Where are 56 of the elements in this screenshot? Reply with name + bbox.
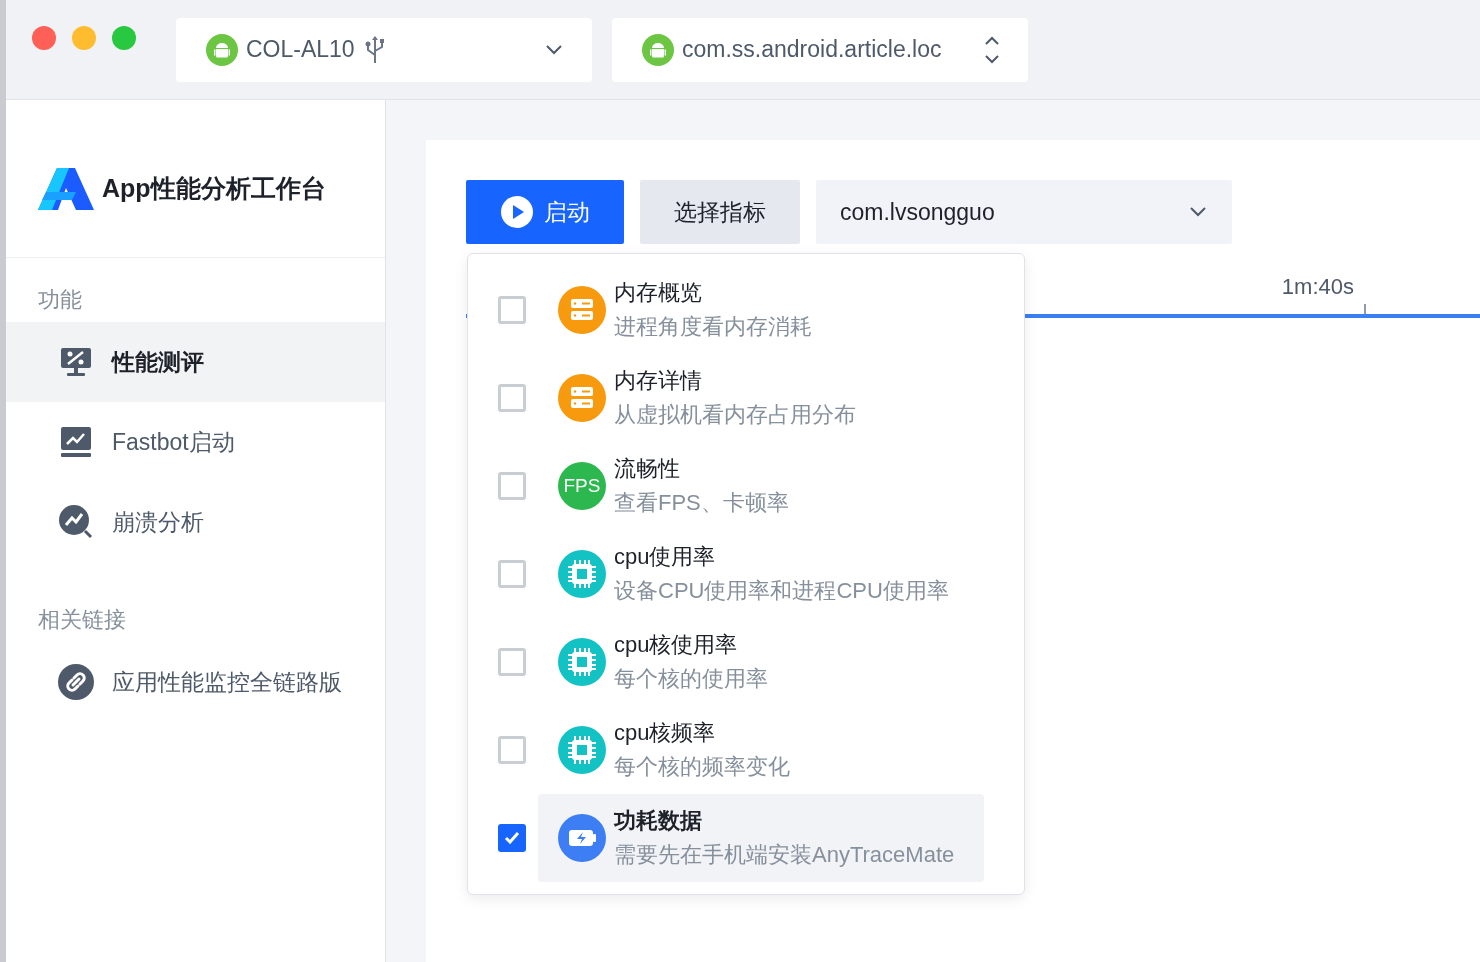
metric-title: cpu核使用率: [614, 631, 739, 659]
maximize-button[interactable]: [112, 26, 136, 50]
metric-title: 内存概览: [614, 279, 703, 307]
sidebar-item[interactable]: 性能测评: [6, 322, 385, 402]
chip-icon: [558, 638, 606, 686]
minimize-button[interactable]: [72, 26, 96, 50]
metric-title: cpu使用率: [614, 543, 717, 571]
timeline-label: 1m:40s: [1281, 274, 1354, 300]
section-heading: 相关链接: [37, 606, 127, 634]
start-button[interactable]: 启动: [466, 180, 624, 244]
metric-description: 设备CPU使用率和进程CPU使用率: [614, 577, 949, 605]
battery-icon: [558, 814, 606, 862]
metric-description: 需要先在手机端安装AnyTraceMate: [614, 841, 955, 869]
monitor-icon: [60, 347, 92, 377]
metric-title: 功耗数据: [614, 807, 703, 835]
metric-option[interactable]: 内存概览 进程角度看内存消耗: [538, 266, 1004, 354]
app-select[interactable]: com.lvsongguo: [816, 180, 1232, 244]
package-select[interactable]: com.ss.android.article.loc: [612, 17, 1028, 82]
server-icon: [558, 286, 606, 334]
metric-description: 进程角度看内存消耗: [614, 313, 812, 341]
metric-title: 流畅性: [614, 455, 681, 483]
metric-option[interactable]: cpu核使用率 每个核的使用率: [538, 618, 1004, 706]
chart-icon: [60, 426, 92, 458]
server-icon: [558, 374, 606, 422]
android-icon: [206, 33, 238, 66]
link-icon: [58, 664, 94, 700]
chip-icon: [558, 550, 606, 598]
metric-title: cpu核频率: [614, 719, 717, 747]
android-icon: [642, 33, 674, 66]
metric-description: 查看FPS、卡顿率: [614, 489, 789, 517]
sidebar-item[interactable]: 应用性能监控全链路版: [6, 642, 385, 722]
up-down-icon: [984, 34, 1000, 65]
chevron-down-icon: [1188, 206, 1208, 218]
checkmark-icon: [504, 831, 520, 845]
chart-search-icon: [58, 504, 94, 540]
metric-description: 每个核的使用率: [614, 665, 768, 693]
chevron-down-icon: [544, 43, 564, 56]
section-heading: 功能: [37, 286, 83, 314]
metric-option[interactable]: 内存详情 从虚拟机看内存占用分布: [538, 354, 1004, 442]
metric-description: 每个核的频率变化: [614, 753, 790, 781]
logo-icon: [38, 167, 94, 210]
metric-description: 从虚拟机看内存占用分布: [614, 401, 856, 429]
sidebar-item[interactable]: Fastbot启动: [6, 402, 385, 482]
metric-title: 内存详情: [614, 367, 703, 395]
close-button[interactable]: [32, 26, 56, 50]
play-icon: [500, 195, 534, 229]
metric-option[interactable]: cpu核频率 每个核的频率变化: [538, 706, 1004, 794]
device-select[interactable]: COL-AL10: [176, 17, 592, 82]
fps-icon: FPS: [558, 462, 606, 510]
app-title: App性能分析工作台: [102, 173, 326, 204]
checkbox[interactable]: [498, 824, 526, 852]
sidebar-item[interactable]: 崩溃分析: [6, 482, 385, 562]
metric-option[interactable]: cpu使用率 设备CPU使用率和进程CPU使用率: [538, 530, 1004, 618]
select-metrics-button[interactable]: 选择指标: [640, 180, 800, 244]
chip-icon: [558, 726, 606, 774]
metric-option[interactable]: 功耗数据 需要先在手机端安装AnyTraceMate: [538, 794, 984, 882]
